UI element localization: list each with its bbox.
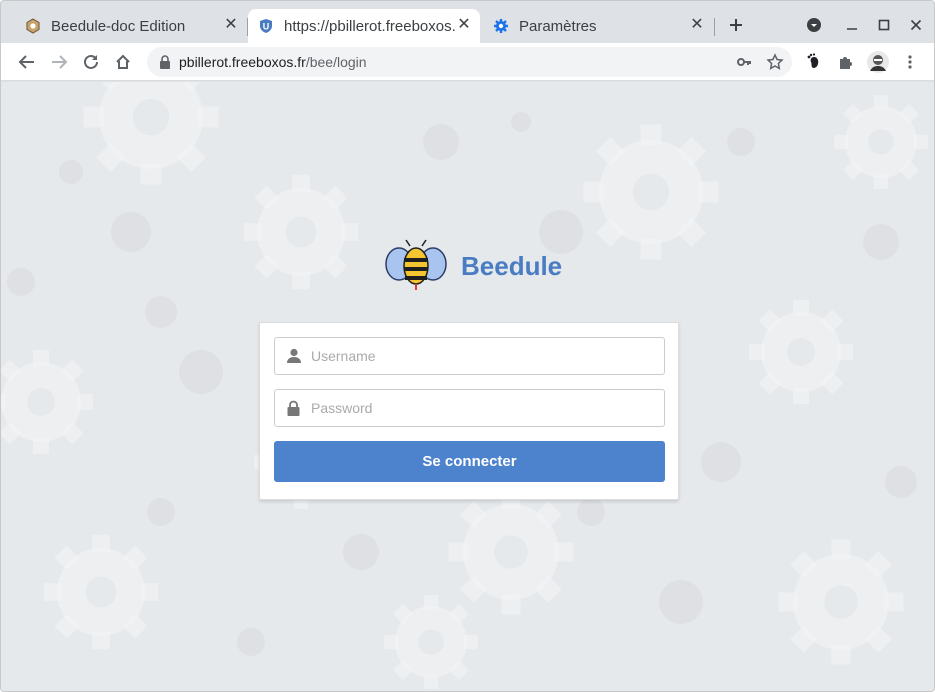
- browser-window: Beedule-doc Edition ✕ U https://pbillero…: [0, 0, 935, 692]
- user-icon: [287, 348, 301, 363]
- browser-toolbar: pbillerot.freeboxos.fr/bee/login: [1, 43, 934, 81]
- password-field[interactable]: [274, 389, 665, 427]
- password-input[interactable]: [311, 390, 651, 426]
- gear-icon: [494, 19, 508, 33]
- puzzle-icon: [840, 57, 852, 69]
- lock-icon: [287, 400, 300, 416]
- hexagon-icon: [26, 18, 40, 34]
- login-button[interactable]: Se connecter: [274, 441, 665, 482]
- reload-button[interactable]: [79, 50, 103, 74]
- back-button[interactable]: [15, 50, 39, 74]
- shield-icon: U: [260, 19, 272, 33]
- tab-title: Beedule-doc Edition: [51, 17, 186, 35]
- url-path: /bee/login: [305, 54, 367, 70]
- foot-icon: [807, 53, 819, 68]
- url-host: pbillerot.freeboxos.fr: [179, 54, 306, 70]
- minimize-icon: [847, 28, 857, 30]
- maximize-button[interactable]: [872, 13, 896, 37]
- tab-title: Paramètres: [519, 17, 597, 35]
- url-text[interactable]: pbillerot.freeboxos.fr/bee/login: [179, 54, 367, 70]
- profile-button[interactable]: [866, 50, 890, 74]
- key-icon[interactable]: [736, 54, 752, 70]
- tab-beedule-doc[interactable]: Beedule-doc Edition ✕: [15, 9, 247, 43]
- home-button[interactable]: [111, 50, 135, 74]
- forward-button[interactable]: [47, 50, 71, 74]
- more-vert-icon: [908, 55, 912, 69]
- star-icon[interactable]: [766, 53, 784, 71]
- tab-strip: Beedule-doc Edition ✕ U https://pbillero…: [1, 1, 934, 43]
- brand-header: Beedule: [385, 238, 562, 294]
- tab-title: https://pbillerot.freeboxos.fr/bee/login: [284, 17, 456, 35]
- maximize-icon: [878, 19, 890, 31]
- login-card: Se connecter: [259, 322, 679, 500]
- close-icon: [910, 19, 922, 31]
- minimize-button[interactable]: [840, 13, 864, 37]
- home-icon: [116, 54, 130, 69]
- close-tab-icon[interactable]: ✕: [223, 17, 239, 33]
- menu-button[interactable]: [898, 50, 922, 74]
- chevron-down-icon: [807, 18, 821, 32]
- arrow-left-icon: [18, 55, 34, 69]
- reload-icon: [84, 54, 98, 69]
- brand-name: Beedule: [461, 250, 563, 281]
- plus-icon: [730, 19, 742, 31]
- close-tab-icon[interactable]: ✕: [689, 17, 705, 33]
- svg-text:U: U: [263, 22, 270, 32]
- lock-icon: [160, 55, 170, 69]
- username-field[interactable]: [274, 337, 665, 375]
- close-tab-icon[interactable]: ✕: [456, 17, 472, 33]
- tab-search-button[interactable]: [802, 13, 826, 37]
- arrow-right-icon: [52, 55, 68, 69]
- extensions-button[interactable]: [834, 50, 858, 74]
- new-tab-button[interactable]: [724, 13, 748, 37]
- tab-login[interactable]: U https://pbillerot.freeboxos.fr/bee/log…: [248, 9, 480, 43]
- gnome-extension-button[interactable]: [802, 50, 826, 74]
- username-input[interactable]: [311, 338, 651, 374]
- tab-settings[interactable]: Paramètres ✕: [481, 9, 713, 43]
- close-window-button[interactable]: [904, 13, 928, 37]
- page-content: Beedule Se connecter: [1, 82, 934, 691]
- avatar: [867, 51, 889, 73]
- tab-separator: [714, 18, 715, 36]
- address-bar[interactable]: pbillerot.freeboxos.fr/bee/login: [147, 47, 792, 77]
- bee-logo-icon: [385, 239, 447, 290]
